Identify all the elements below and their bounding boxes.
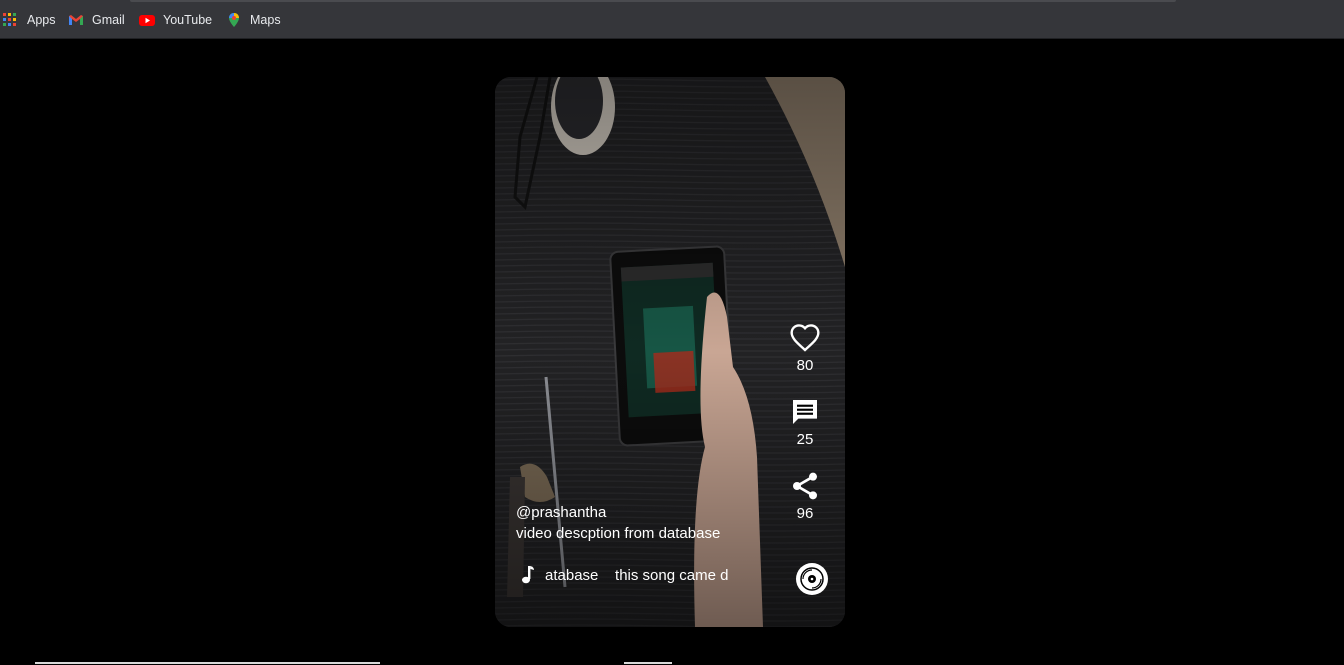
bookmark-maps[interactable]: Maps bbox=[226, 11, 281, 29]
video-caption: @prashantha video descption from databas… bbox=[516, 502, 720, 544]
song-text: atabase this song came d bbox=[545, 566, 729, 584]
like-button[interactable]: 80 bbox=[785, 322, 825, 374]
apps-grid-icon bbox=[3, 12, 19, 28]
video-card[interactable]: 80 25 96 @prashantha video descption fro… bbox=[495, 77, 845, 627]
comment-count: 25 bbox=[796, 431, 814, 448]
like-count: 80 bbox=[796, 357, 814, 374]
bookmark-label: Apps bbox=[27, 13, 56, 27]
tab-strip-edge bbox=[130, 0, 1176, 2]
username[interactable]: @prashantha bbox=[516, 502, 720, 523]
scrollbar-thumb[interactable] bbox=[624, 662, 672, 664]
share-button[interactable]: 96 bbox=[785, 470, 825, 522]
maps-icon bbox=[226, 12, 242, 28]
record-disc-icon[interactable] bbox=[796, 563, 828, 595]
share-count: 96 bbox=[796, 505, 814, 522]
bookmark-label: YouTube bbox=[163, 13, 213, 27]
share-icon bbox=[793, 472, 817, 500]
comment-button[interactable]: 25 bbox=[785, 396, 825, 448]
bookmark-label: Maps bbox=[250, 13, 281, 27]
music-ticker: atabase this song came d bbox=[521, 565, 735, 585]
youtube-icon bbox=[139, 12, 155, 28]
gmail-icon bbox=[68, 12, 84, 28]
action-column: 80 25 96 bbox=[785, 322, 825, 544]
music-note-icon bbox=[522, 566, 534, 584]
scrollbar-track bbox=[35, 662, 380, 664]
video-description: video descption from database bbox=[516, 525, 721, 542]
bookmark-youtube[interactable]: YouTube bbox=[139, 11, 212, 29]
bookmark-apps[interactable]: Apps bbox=[3, 11, 56, 29]
heart-icon bbox=[790, 324, 820, 352]
bookmark-gmail[interactable]: Gmail bbox=[68, 11, 125, 29]
bookmarks-bar: Apps Gmail YouTube Maps bbox=[0, 0, 1344, 39]
bookmark-label: Gmail bbox=[92, 13, 125, 27]
comment-icon bbox=[793, 400, 817, 424]
